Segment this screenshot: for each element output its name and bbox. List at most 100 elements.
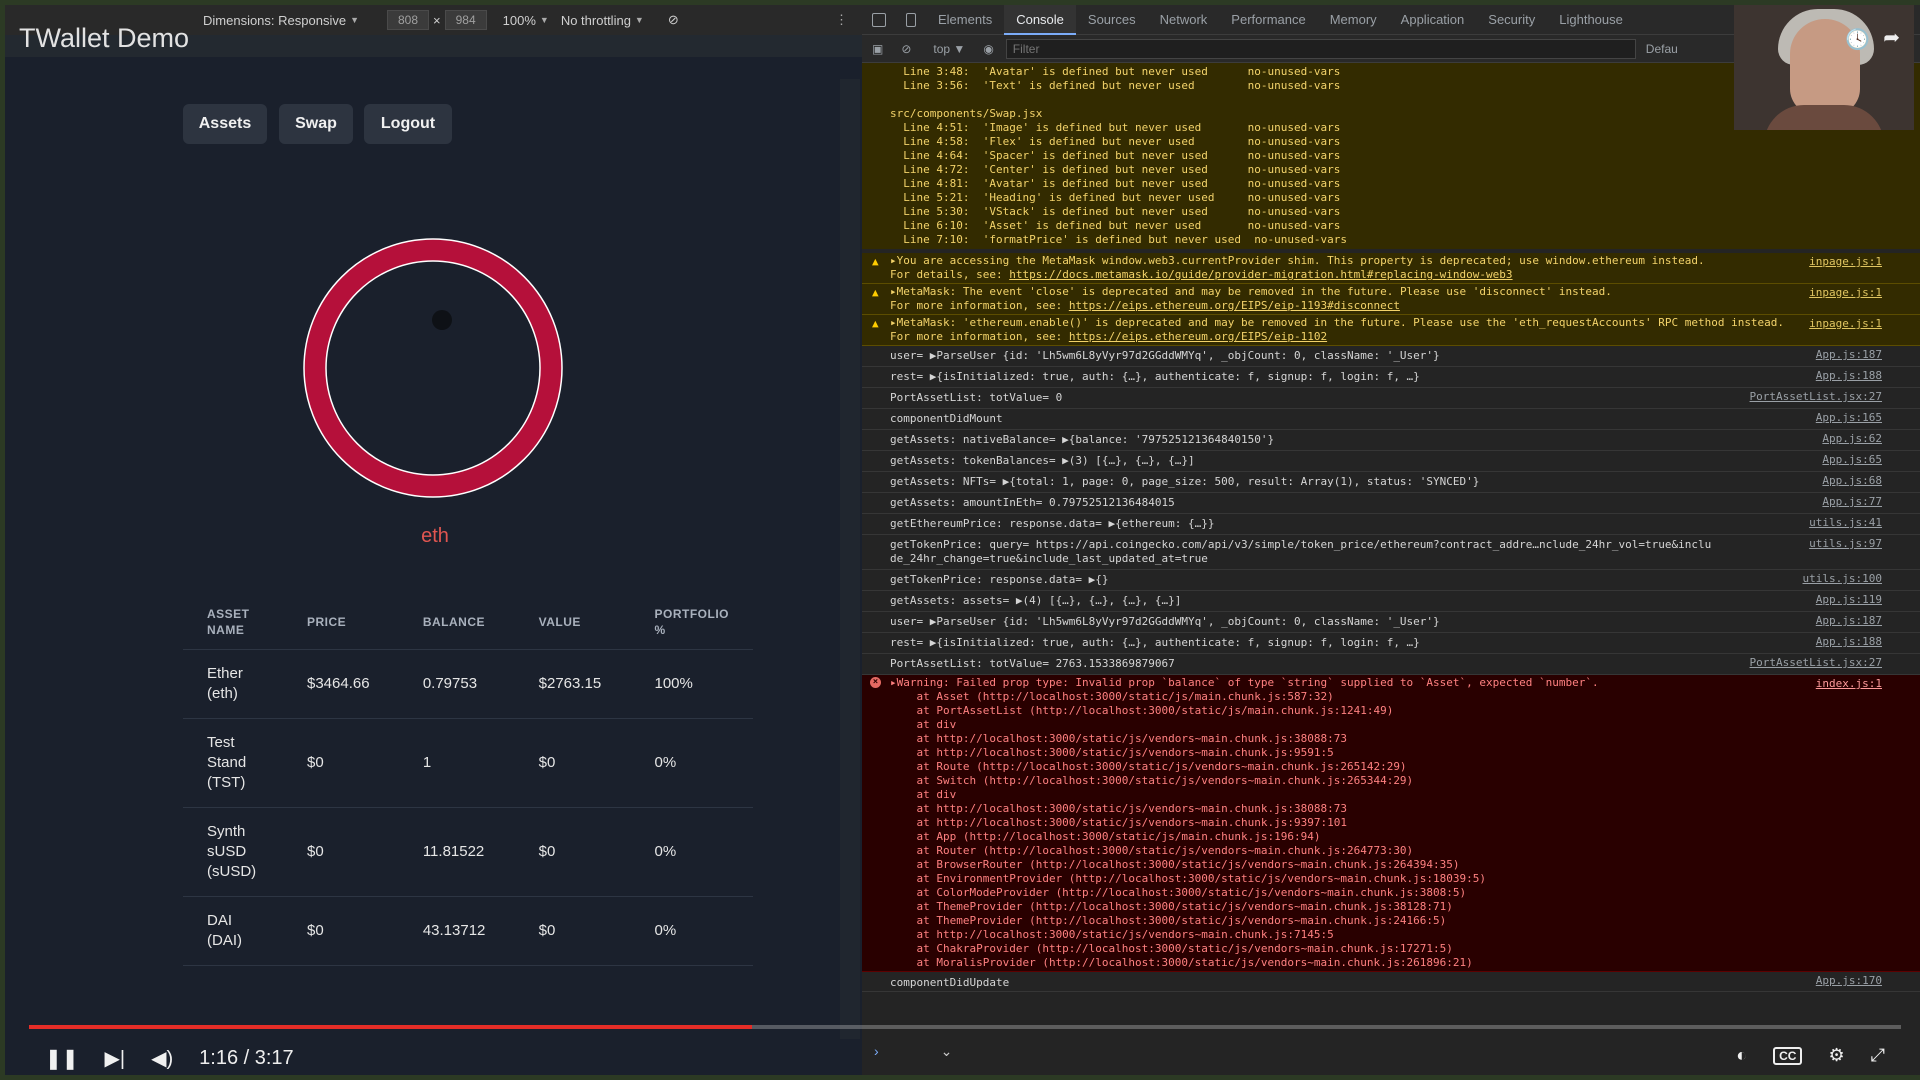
warning-link[interactable]: https://eips.ethereum.org/EIPS/eip-1193#… — [1069, 299, 1400, 312]
console-log: componentDidMount App.js:165 — [862, 409, 1920, 430]
column-header: ASSET NAME — [183, 595, 283, 650]
table-row: DAI (DAI) $0 43.13712 $0 0% — [183, 896, 753, 966]
balance-cell: 1 — [398, 718, 515, 808]
console-log-list: user= ▶ParseUser {id: 'Lh5wm6L8yVyr97d2G… — [862, 346, 1920, 675]
share-icon[interactable]: ➦ — [1883, 25, 1900, 50]
tab-console[interactable]: Console — [1004, 4, 1076, 35]
console-output: Line 3:48: 'Avatar' is defined but never… — [862, 63, 1920, 1075]
source-link[interactable]: App.js:187 — [1816, 348, 1882, 362]
source-link[interactable]: PortAssetList.jsx:27 — [1750, 390, 1882, 404]
next-icon[interactable]: ▶| — [105, 1046, 126, 1071]
console-log: rest= ▶{isInitialized: true, auth: {…}, … — [862, 633, 1920, 654]
source-link[interactable]: inpage.js:1 — [1809, 317, 1882, 331]
source-link[interactable]: App.js:77 — [1822, 495, 1882, 509]
console-log: getAssets: NFTs= ▶{total: 1, page: 0, pa… — [862, 472, 1920, 493]
width-input[interactable]: 808 — [387, 10, 430, 30]
source-link[interactable]: App.js:187 — [1816, 614, 1882, 628]
error-icon: × — [870, 677, 881, 688]
log-text: PortAssetList: totValue= 2763.1533869879… — [890, 657, 1175, 670]
column-header: VALUE — [514, 595, 631, 650]
clock-icon[interactable]: 🕓 — [1845, 27, 1870, 52]
times-icon: × — [433, 12, 441, 28]
device-toggle-icon[interactable] — [906, 12, 916, 27]
height-input[interactable]: 984 — [444, 10, 487, 30]
warning-link[interactable]: https://eips.ethereum.org/EIPS/eip-1102 — [1069, 330, 1327, 343]
source-link[interactable]: App.js:188 — [1816, 369, 1882, 383]
app-title: TWallet Demo — [19, 23, 190, 53]
console-error: × ▸Warning: Failed prop type: Invalid pr… — [862, 675, 1920, 972]
rotate-icon[interactable]: ⊘ — [668, 12, 679, 28]
log-levels-dropdown[interactable]: Defau — [1646, 42, 1678, 56]
more-options-icon[interactable]: ⋮ — [835, 12, 848, 28]
source-link[interactable]: index.js:1 — [1816, 677, 1882, 691]
source-link[interactable]: utils.js:41 — [1809, 516, 1882, 530]
log-text: getAssets: tokenBalances= ▶(3) [{…}, {…}… — [890, 454, 1195, 467]
video-progress-bar[interactable] — [29, 1025, 1901, 1029]
eye-icon[interactable]: ◉ — [983, 42, 993, 56]
warning-link[interactable]: https://docs.metamask.io/guide/provider-… — [1009, 268, 1512, 281]
settings-icon[interactable]: ⚙ — [1828, 1045, 1844, 1066]
volume-icon[interactable]: ◀) — [151, 1046, 173, 1071]
caret-down-icon: ▼ — [350, 15, 359, 25]
portfolio-cell: 0% — [630, 718, 753, 808]
column-header: BALANCE — [398, 595, 515, 650]
tab-network[interactable]: Network — [1148, 5, 1220, 35]
asset-table: ASSET NAME PRICE BALANCE VALUE PORTFOLIO… — [183, 595, 753, 966]
source-link[interactable]: App.js:188 — [1816, 635, 1882, 649]
source-link[interactable]: inpage.js:1 — [1809, 255, 1882, 269]
source-link[interactable]: App.js:62 — [1822, 432, 1882, 446]
source-link[interactable]: inpage.js:1 — [1809, 286, 1882, 300]
autoplay-toggle-icon[interactable]: ◐ — [1736, 1045, 1747, 1066]
asset-name-cell: Ether (eth) — [183, 649, 283, 719]
captions-icon[interactable]: CC — [1773, 1046, 1803, 1065]
warning-icon: ▲ — [872, 317, 879, 330]
log-text: user= ▶ParseUser {id: 'Lh5wm6L8yVyr97d2G… — [890, 349, 1440, 362]
caret-down-icon: ▼ — [634, 15, 644, 25]
console-warning: ▲ ▸MetaMask: 'ethereum.enable()' is depr… — [862, 315, 1920, 346]
zoom-label: 100% — [502, 12, 536, 28]
exit-fullscreen-icon[interactable]: ⤢ — [1871, 1045, 1885, 1066]
console-log: getAssets: assets= ▶(4) [{…}, {…}, {…}, … — [862, 591, 1920, 612]
tab-security[interactable]: Security — [1476, 5, 1547, 35]
console-log: componentDidUpdate App.js:170 — [862, 972, 1920, 992]
tab-sources[interactable]: Sources — [1076, 5, 1148, 35]
console-filter-input[interactable] — [1005, 38, 1636, 59]
console-log: user= ▶ParseUser {id: 'Lh5wm6L8yVyr97d2G… — [862, 346, 1920, 367]
clear-console-icon[interactable]: ⊘ — [901, 42, 911, 56]
zoom-dropdown[interactable]: 100% ▼ — [503, 13, 549, 28]
tab-lighthouse[interactable]: Lighthouse — [1547, 5, 1635, 35]
source-link[interactable]: App.js:65 — [1822, 453, 1882, 467]
source-link[interactable]: App.js:165 — [1816, 411, 1882, 425]
source-link[interactable]: utils.js:97 — [1809, 537, 1882, 551]
console-warning: ▲ ▸MetaMask: The event 'close' is deprec… — [862, 284, 1920, 315]
error-stack-trace: at Asset (http://localhost:3000/static/j… — [916, 690, 1487, 969]
tab-performance[interactable]: Performance — [1219, 5, 1317, 35]
source-link[interactable]: utils.js:100 — [1803, 572, 1882, 586]
chevron-down-icon[interactable]: ⌄ — [941, 1043, 953, 1059]
swap-button[interactable]: Swap — [279, 104, 353, 144]
throttling-dropdown[interactable]: No throttling ▼ — [561, 13, 644, 28]
sidebar-toggle-icon[interactable]: ▣ — [872, 42, 883, 56]
column-header: PORTFOLIO % — [630, 595, 753, 650]
source-link[interactable]: App.js:68 — [1822, 474, 1882, 488]
context-selector[interactable]: top ▼ — [933, 42, 965, 56]
portfolio-cell: 0% — [630, 807, 753, 897]
assets-button[interactable]: Assets — [183, 104, 267, 144]
inspect-icon[interactable] — [872, 12, 886, 27]
source-link[interactable]: App.js:170 — [1816, 974, 1882, 988]
tab-memory[interactable]: Memory — [1318, 5, 1389, 35]
logout-button[interactable]: Logout — [364, 104, 452, 144]
pause-icon[interactable]: ❚❚ — [45, 1046, 79, 1071]
console-log: getTokenPrice: query= https://api.coinge… — [862, 535, 1920, 570]
video-progress-fill — [29, 1025, 752, 1029]
video-controls: ❚❚ ▶| ◀) 1:16 / 3:17 — [45, 1043, 320, 1073]
tab-elements[interactable]: Elements — [926, 5, 1004, 35]
source-link[interactable]: PortAssetList.jsx:27 — [1750, 656, 1882, 670]
warning-icon: ▲ — [872, 255, 879, 268]
balance-cell: 11.81522 — [398, 807, 515, 897]
source-link[interactable]: App.js:119 — [1816, 593, 1882, 607]
tab-application[interactable]: Application — [1389, 5, 1477, 35]
dimensions-dropdown[interactable]: Dimensions: Responsive ▼ — [203, 13, 359, 28]
scrollbar[interactable] — [840, 79, 860, 1039]
console-log: getAssets: amountInEth= 0.79752512136484… — [862, 493, 1920, 514]
